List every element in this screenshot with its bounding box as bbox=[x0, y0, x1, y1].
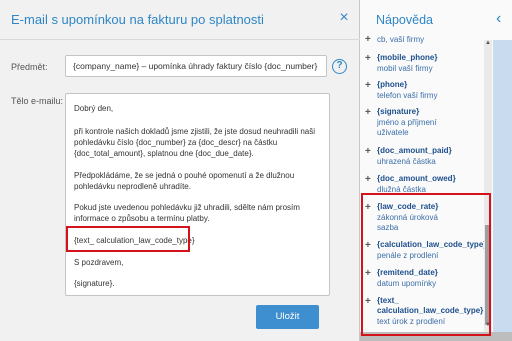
help-item-desc: jméno a příjmení bbox=[377, 118, 437, 127]
help-item[interactable]: + {phone} telefon vaší firmy bbox=[365, 80, 485, 102]
help-item-desc: mobil vaší firmy bbox=[377, 64, 433, 73]
collapse-chevron-icon[interactable]: ‹ bbox=[496, 10, 501, 28]
help-item-code: {doc_amount_paid} bbox=[377, 146, 452, 155]
body-label: Tělo e-mailu: bbox=[11, 96, 64, 106]
plus-icon: + bbox=[365, 53, 371, 64]
close-icon[interactable]: × bbox=[337, 9, 351, 27]
help-item[interactable]: + cb, vaší firmy bbox=[365, 34, 485, 46]
body-greeting: Dobrý den, bbox=[74, 104, 114, 113]
help-item-desc: telefon vaší firmy bbox=[377, 91, 438, 100]
dialog-title: E-mail s upomínkou na fakturu po splatno… bbox=[11, 11, 264, 27]
header-divider bbox=[0, 39, 360, 40]
plus-icon: + bbox=[365, 174, 371, 185]
help-item-code: {mobile_phone} bbox=[377, 53, 438, 62]
plus-icon: + bbox=[365, 80, 371, 91]
scroll-up-arrow-icon[interactable]: ▲ bbox=[484, 40, 492, 48]
email-reminder-dialog: E-mail s upomínkou na fakturu po splatno… bbox=[0, 0, 360, 341]
subject-input[interactable]: {company_name} – upomínka úhrady faktury… bbox=[65, 55, 327, 77]
help-item-code: {doc_amount_owed} bbox=[377, 174, 456, 183]
help-item[interactable]: + {signature} jméno a příjmení uživatele bbox=[365, 107, 485, 139]
help-item[interactable]: + {mobile_phone} mobil vaší firmy bbox=[365, 53, 485, 75]
subject-label: Předmět: bbox=[11, 62, 48, 72]
body-closing: S pozdravem, bbox=[74, 258, 124, 267]
highlight-box-help-items bbox=[361, 193, 491, 336]
plus-icon: + bbox=[365, 107, 371, 118]
help-item-code: {signature} bbox=[377, 107, 420, 116]
help-item-code: {phone} bbox=[377, 80, 408, 89]
help-item-desc: cb, vaší firmy bbox=[377, 35, 425, 44]
body-signature: {signature}. bbox=[74, 279, 115, 288]
plus-icon: + bbox=[365, 146, 371, 157]
email-body-editor[interactable]: Dobrý den, při kontrole našich dokladů j… bbox=[65, 93, 330, 296]
body-paragraph-1: při kontrole našich dokladů jsme zjistil… bbox=[74, 127, 316, 158]
body-paragraph-3: Pokud jste uvedenou pohledávku již uhrad… bbox=[74, 203, 300, 223]
help-title: Nápověda bbox=[376, 13, 433, 27]
help-item-desc: uhrazená částka bbox=[377, 157, 436, 166]
background-strip bbox=[493, 40, 512, 341]
body-paragraph-2: Předpokládáme, že se jedná o pouhé opome… bbox=[74, 171, 295, 191]
highlight-box-placeholder bbox=[66, 226, 190, 252]
plus-icon: + bbox=[365, 34, 371, 45]
help-question-icon[interactable]: ? bbox=[332, 59, 347, 74]
help-item-desc: uživatele bbox=[377, 128, 409, 137]
save-button[interactable]: Uložit bbox=[256, 305, 319, 329]
dialog-header: E-mail s upomínkou na fakturu po splatno… bbox=[0, 0, 359, 38]
help-item[interactable]: + {doc_amount_paid} uhrazená částka bbox=[365, 146, 485, 168]
